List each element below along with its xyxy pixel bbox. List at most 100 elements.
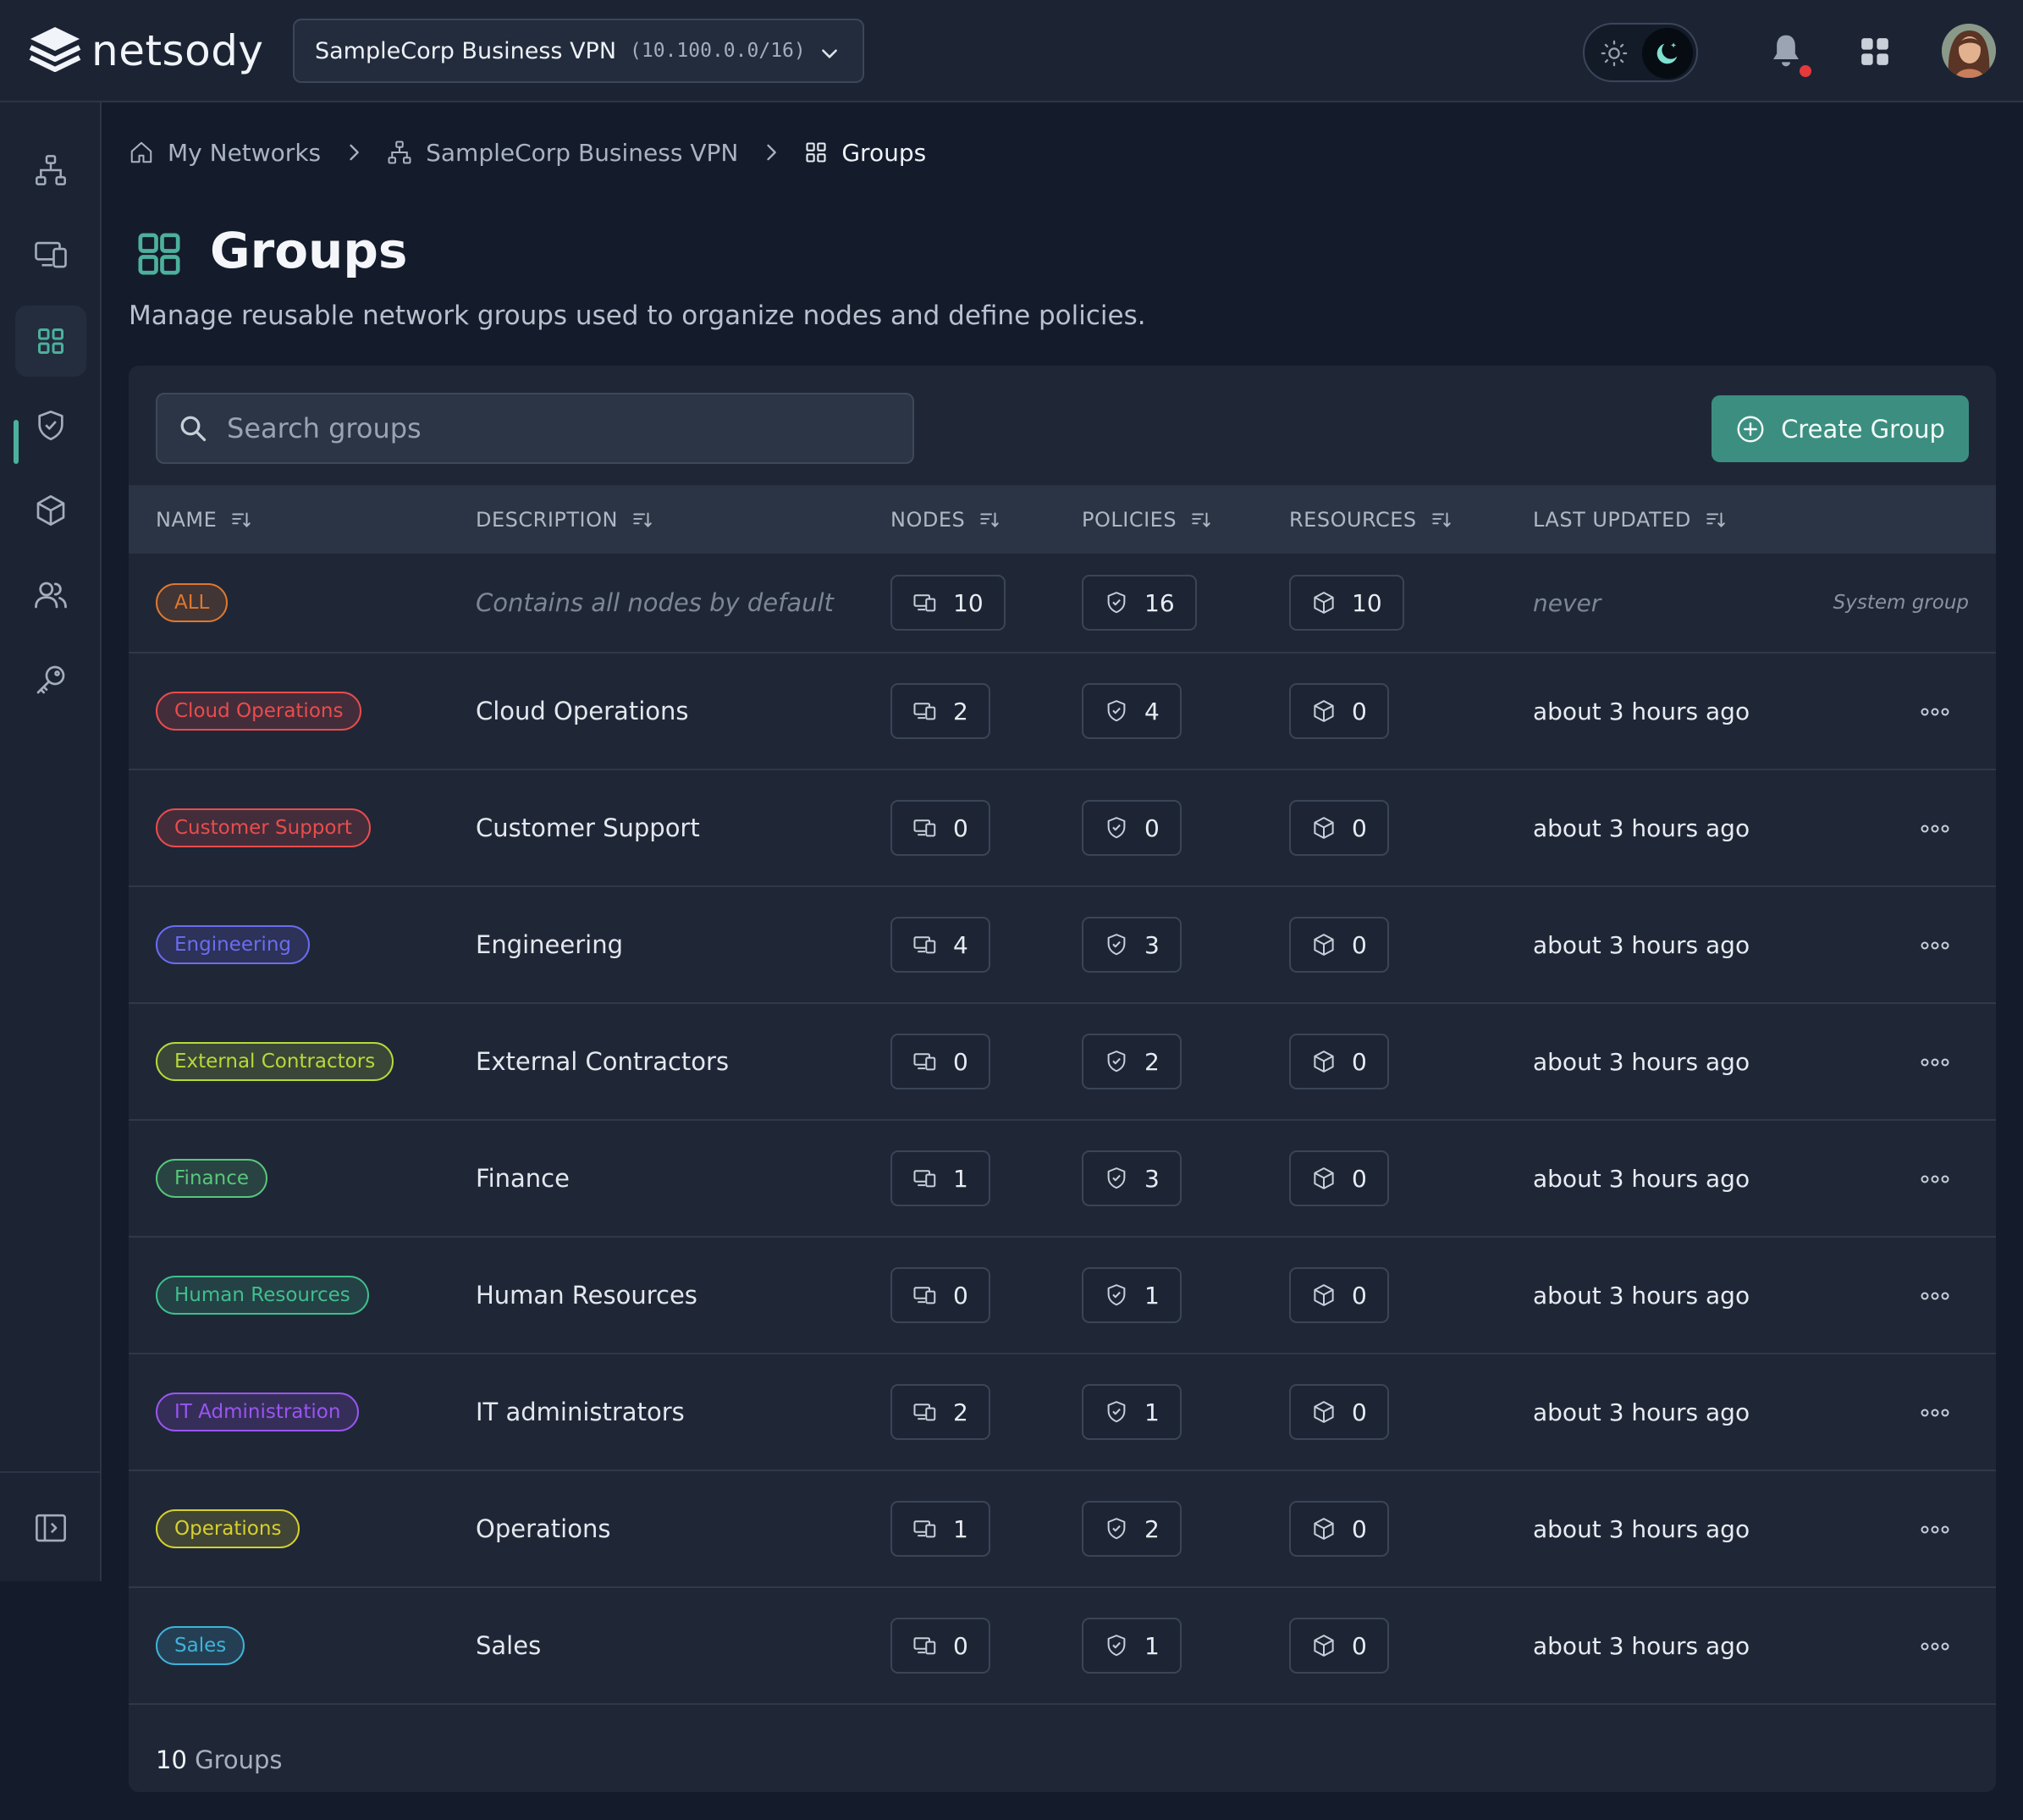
group-description: Human Resources	[476, 1281, 697, 1310]
nodes-count-button[interactable]: 1	[890, 1501, 990, 1557]
nodes-count-button[interactable]: 0	[890, 1618, 990, 1674]
column-last-updated[interactable]: LAST UPDATED	[1533, 485, 1727, 554]
column-name[interactable]: NAME	[156, 485, 252, 554]
nodes-cell: 2	[890, 654, 990, 769]
row-actions-button[interactable]	[1915, 929, 1955, 962]
group-tag[interactable]: ALL	[156, 583, 229, 622]
cube-icon	[1311, 698, 1337, 724]
resources-count-button[interactable]: 10	[1289, 575, 1404, 631]
policies-count-button[interactable]: 2	[1082, 1034, 1182, 1089]
breadcrumb-label: My Networks	[168, 138, 322, 167]
updated-cell: about 3 hours ago	[1533, 887, 1750, 1002]
policies-count-button[interactable]: 3	[1082, 1150, 1182, 1206]
sidebar-item-groups[interactable]	[15, 306, 86, 377]
table-row[interactable]: External Contractors External Contractors…	[129, 1004, 1996, 1121]
resources-count-button[interactable]: 0	[1289, 1150, 1389, 1206]
policies-count-button[interactable]: 1	[1082, 1618, 1182, 1674]
apps-grid-icon[interactable]	[1859, 36, 1891, 68]
breadcrumb-network[interactable]: SampleCorp Business VPN	[387, 139, 738, 167]
breadcrumb-my-networks[interactable]: My Networks	[129, 139, 321, 167]
row-actions-button[interactable]	[1915, 1279, 1955, 1313]
theme-toggle[interactable]	[1583, 23, 1698, 82]
sort-icon	[1192, 511, 1210, 527]
table-row[interactable]: IT Administration IT administrators 2 1 0 abo…	[129, 1354, 1996, 1471]
resources-count-button[interactable]: 0	[1289, 1384, 1389, 1440]
devices-icon	[912, 1516, 938, 1541]
group-tag[interactable]: IT Administration	[156, 1393, 360, 1431]
row-actions-button[interactable]	[1915, 812, 1955, 846]
policies-count-button[interactable]: 1	[1082, 1384, 1182, 1440]
logo[interactable]: netsody	[27, 22, 264, 80]
resources-count-button[interactable]: 0	[1289, 800, 1389, 856]
policies-count-button[interactable]: 2	[1082, 1501, 1182, 1557]
group-tag[interactable]: Human Resources	[156, 1276, 369, 1315]
row-actions-button[interactable]	[1915, 1396, 1955, 1430]
sidebar-item-policies[interactable]	[15, 390, 86, 461]
group-tag[interactable]: External Contractors	[156, 1042, 394, 1081]
nodes-count-button[interactable]: 1	[890, 1150, 990, 1206]
column-label: POLICIES	[1082, 507, 1177, 532]
network-selector[interactable]: SampleCorp Business VPN (10.100.0.0/16)	[293, 19, 864, 83]
group-tag[interactable]: Finance	[156, 1159, 267, 1198]
nodes-count-button[interactable]: 0	[890, 800, 990, 856]
table-row[interactable]: Sales Sales 0 1 0 about 3 hours ago	[129, 1588, 1996, 1705]
policies-count-button[interactable]: 3	[1082, 917, 1182, 973]
group-description: Engineering	[476, 930, 623, 959]
group-tag[interactable]: Sales	[156, 1626, 245, 1665]
row-actions-button[interactable]	[1915, 1045, 1955, 1079]
nodes-count-button[interactable]: 10	[890, 575, 1006, 631]
nodes-count-button[interactable]: 4	[890, 917, 990, 973]
resources-count-button[interactable]: 0	[1289, 917, 1389, 973]
table-row[interactable]: Human Resources Human Resources 0 1 0 about 3…	[129, 1238, 1996, 1354]
sidebar-item-devices[interactable]	[15, 219, 86, 290]
resources-count-button[interactable]: 0	[1289, 1501, 1389, 1557]
sidebar-item-keys[interactable]	[15, 644, 86, 715]
sidebar-collapse-toggle[interactable]	[15, 1492, 86, 1564]
column-policies[interactable]: POLICIES	[1082, 485, 1212, 554]
create-group-button[interactable]: Create Group	[1712, 395, 1969, 462]
last-updated: about 3 hours ago	[1533, 1164, 1750, 1193]
sidebar-item-users[interactable]	[15, 560, 86, 631]
column-description[interactable]: DESCRIPTION	[476, 485, 653, 554]
row-actions-button[interactable]	[1915, 1630, 1955, 1663]
nodes-count-button[interactable]: 0	[890, 1034, 990, 1089]
group-tag[interactable]: Operations	[156, 1509, 300, 1548]
table-row[interactable]: Operations Operations 1 2 0 about 3 hours ago	[129, 1471, 1996, 1588]
table-row[interactable]: Engineering Engineering 4 3 0 about 3 hours a…	[129, 887, 1996, 1004]
group-tag[interactable]: Cloud Operations	[156, 692, 362, 731]
sidebar-item-networks[interactable]	[15, 135, 86, 206]
row-actions-button[interactable]	[1915, 695, 1955, 729]
table-row[interactable]: Customer Support Customer Support 0 0 0 about…	[129, 770, 1996, 887]
group-tag[interactable]: Customer Support	[156, 808, 371, 847]
breadcrumb-label: Groups	[841, 138, 927, 167]
notification-bell-icon[interactable]	[1769, 32, 1803, 69]
nodes-count-button[interactable]: 0	[890, 1267, 990, 1323]
table-row[interactable]: Cloud Operations Cloud Operations 2 4 0 about…	[129, 654, 1996, 770]
resources-count-button[interactable]: 0	[1289, 683, 1389, 739]
policies-count-button[interactable]: 16	[1082, 575, 1197, 631]
nodes-count-button[interactable]: 2	[890, 1384, 990, 1440]
table-row[interactable]: Finance Finance 1 3 0 about 3 hours ago	[129, 1121, 1996, 1238]
policies-count-button[interactable]: 1	[1082, 1267, 1182, 1323]
resources-count-button[interactable]: 0	[1289, 1034, 1389, 1089]
resources-count-button[interactable]: 0	[1289, 1618, 1389, 1674]
column-resources[interactable]: RESOURCES	[1289, 485, 1452, 554]
policies-count-button[interactable]: 0	[1082, 800, 1182, 856]
row-actions-button[interactable]	[1915, 1162, 1955, 1196]
row-actions-button[interactable]	[1915, 1513, 1955, 1547]
resources-cell: 0	[1289, 1588, 1389, 1703]
column-nodes[interactable]: NODES	[890, 485, 1000, 554]
policies-cell: 4	[1082, 654, 1182, 769]
description-cell: Contains all nodes by default	[476, 554, 834, 652]
nodes-count-button[interactable]: 2	[890, 683, 990, 739]
cube-icon	[36, 495, 65, 526]
policies-count-button[interactable]: 4	[1082, 683, 1182, 739]
table-row[interactable]: ALL Contains all nodes by default 10 16 10 ne…	[129, 554, 1996, 654]
group-tag[interactable]: Engineering	[156, 925, 310, 964]
search-icon	[180, 416, 207, 442]
more-options-icon	[1920, 1407, 1950, 1419]
sidebar-item-resources[interactable]	[15, 475, 86, 546]
search-input[interactable]	[225, 411, 868, 445]
resources-count-button[interactable]: 0	[1289, 1267, 1389, 1323]
user-avatar[interactable]	[1942, 24, 1996, 78]
